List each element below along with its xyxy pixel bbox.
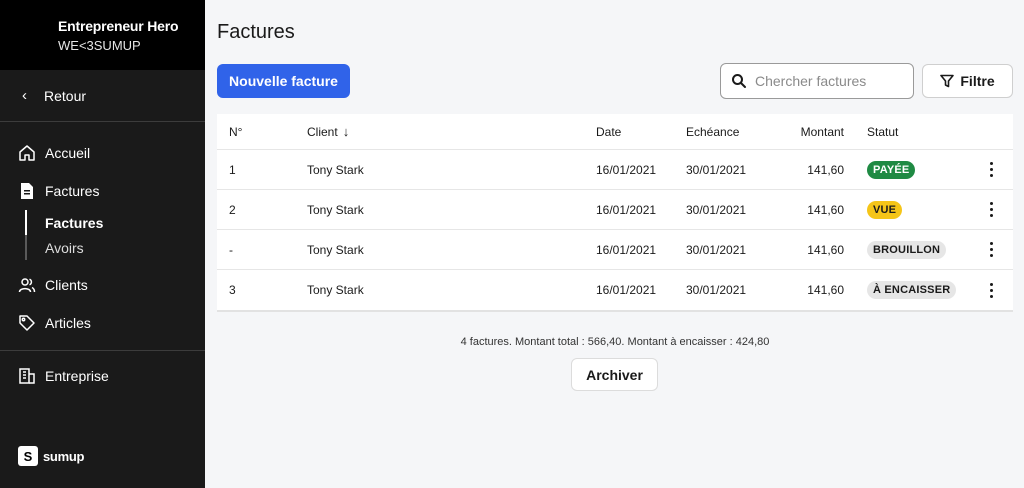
status-badge: BROUILLON [867, 240, 947, 259]
column-header-amount[interactable]: Montant [776, 125, 844, 139]
users-icon [17, 275, 37, 295]
column-header-due[interactable]: Echéance [686, 125, 776, 139]
sidebar-item-label: Entreprise [45, 368, 109, 384]
home-icon [17, 143, 37, 163]
sidebar-subitem-factures[interactable]: Factures [25, 210, 205, 235]
cell-due: 30/01/2021 [686, 283, 747, 297]
cell-num: 3 [229, 283, 236, 297]
company-subtitle: WE<3SUMUP [58, 38, 141, 53]
table-row[interactable]: - Tony Stark 16/01/2021 30/01/2021 141,6… [217, 230, 1013, 270]
cell-client: Tony Stark [307, 242, 364, 257]
status-badge: VUE [867, 200, 903, 219]
sidebar-divider: Entreprise [0, 350, 205, 395]
cell-amount: 141,60 [807, 283, 844, 297]
sidebar-item-articles[interactable]: Articles [0, 304, 205, 342]
cell-due: 30/01/2021 [686, 242, 747, 257]
search-icon [731, 73, 747, 89]
sidebar-item-factures[interactable]: Factures [0, 172, 205, 210]
table-header-row: N° Client ↓ Date Echéance Montant Statut [217, 114, 1013, 150]
sidebar-item-label: Articles [45, 315, 91, 331]
cell-num: 2 [229, 202, 236, 217]
status-badge: PAYÉE [867, 160, 916, 179]
column-header-date[interactable]: Date [596, 125, 686, 139]
table-row[interactable]: 3 Tony Stark 16/01/2021 30/01/2021 141,6… [217, 270, 1013, 310]
status-badge: À ENCAISSER [867, 281, 957, 299]
sidebar-item-label: Clients [45, 277, 88, 293]
search-input[interactable] [755, 73, 905, 89]
cell-amount: 141,60 [807, 202, 844, 217]
company-name: Entrepreneur Hero [58, 18, 179, 34]
sidebar-item-label: Accueil [45, 145, 91, 161]
cell-num: 1 [229, 162, 236, 177]
sidebar-item-entreprise[interactable]: Entreprise [0, 357, 205, 395]
more-options-icon[interactable] [983, 240, 999, 260]
cell-amount: 141,60 [807, 162, 844, 177]
sidebar: Entrepreneur Hero WE<3SUMUP ‹ Retour Acc… [0, 0, 205, 488]
sort-down-icon: ↓ [342, 124, 350, 139]
filter-button[interactable]: Filtre [922, 64, 1013, 98]
cell-client: Tony Stark [307, 202, 364, 217]
back-link[interactable]: ‹ Retour [0, 70, 205, 122]
sidebar-submenu: Factures Avoirs [25, 210, 205, 260]
cell-due: 30/01/2021 [686, 202, 747, 217]
table-row[interactable]: 1 Tony Stark 16/01/2021 30/01/2021 141,6… [217, 150, 1013, 190]
more-options-icon[interactable] [983, 160, 999, 180]
cell-date: 16/01/2021 [596, 162, 657, 177]
new-invoice-button[interactable]: Nouvelle facture [217, 64, 350, 98]
archive-button[interactable]: Archiver [571, 358, 658, 391]
sumup-logo-icon: S [18, 446, 38, 466]
back-label: Retour [44, 87, 87, 104]
document-icon [17, 181, 37, 201]
sidebar-item-accueil[interactable]: Accueil [0, 134, 205, 172]
cell-client: Tony Stark [307, 162, 364, 177]
filter-icon [940, 74, 955, 88]
cell-date: 16/01/2021 [596, 242, 657, 257]
chevron-left-icon: ‹ [22, 87, 27, 104]
cell-num: - [229, 242, 233, 257]
filter-label: Filtre [960, 73, 995, 89]
tag-icon [17, 313, 37, 333]
invoices-summary: 4 factures. Montant total : 566,40. Mont… [460, 336, 770, 348]
column-header-client[interactable]: Client ↓ [307, 124, 596, 139]
column-header-status[interactable]: Statut [844, 125, 969, 139]
sidebar-item-clients[interactable]: Clients [0, 266, 205, 304]
building-icon [17, 366, 37, 386]
sidebar-item-label: Factures [45, 183, 100, 199]
sidebar-subitem-avoirs[interactable]: Avoirs [27, 235, 205, 260]
cell-client: Tony Stark [307, 283, 364, 297]
sumup-logo-text: sumup [43, 448, 85, 464]
sumup-logo: S sumup [18, 446, 84, 466]
cell-date: 16/01/2021 [596, 283, 657, 297]
sidebar-nav: Accueil Factures Factures Avoirs Clients… [0, 122, 205, 395]
page-title: Factures [217, 21, 295, 43]
invoices-table: N° Client ↓ Date Echéance Montant Statut… [217, 114, 1013, 312]
search-box[interactable] [720, 63, 914, 99]
column-header-num: N° [229, 124, 243, 139]
cell-due: 30/01/2021 [686, 162, 747, 177]
sidebar-header: Entrepreneur Hero WE<3SUMUP [0, 0, 205, 70]
main-content: Factures Nouvelle facture Filtre N° Clie… [205, 0, 1024, 488]
cell-amount: 141,60 [807, 242, 844, 257]
more-options-icon[interactable] [983, 200, 999, 220]
column-header-client-label: Client [307, 124, 338, 139]
table-row[interactable]: 2 Tony Stark 16/01/2021 30/01/2021 141,6… [217, 190, 1013, 230]
more-options-icon[interactable] [983, 280, 999, 300]
cell-date: 16/01/2021 [596, 202, 657, 217]
